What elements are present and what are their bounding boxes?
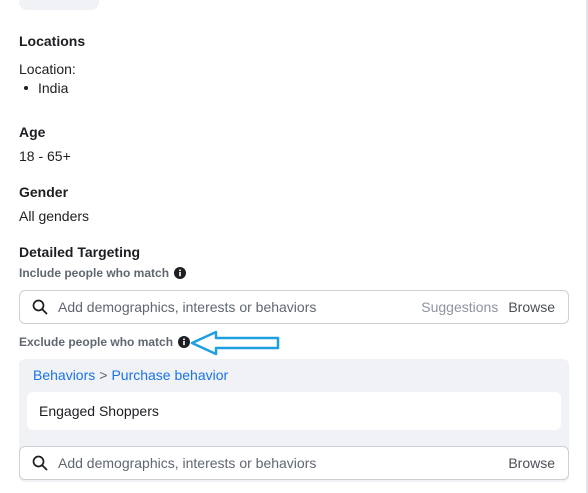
include-search-box[interactable]: Suggestions Browse [19, 290, 569, 324]
annotation-arrow-icon [190, 330, 280, 356]
browse-button[interactable]: Browse [508, 299, 555, 315]
breadcrumb-separator: > [99, 367, 108, 383]
gender-value: All genders [19, 208, 90, 224]
breadcrumb-purchase-behavior[interactable]: Purchase behavior [111, 367, 228, 383]
bullet-icon [24, 86, 28, 90]
include-label-text: Include people who match [19, 266, 170, 280]
exclude-search-box[interactable]: Browse [19, 446, 569, 480]
excluded-item-chip[interactable]: Engaged Shoppers [27, 392, 561, 430]
info-icon[interactable] [178, 336, 191, 348]
include-search-input[interactable] [58, 299, 422, 315]
exclude-label-text: Exclude people who match [19, 335, 174, 349]
search-icon [32, 299, 48, 315]
top-cut-off-element [19, 0, 99, 10]
browse-button[interactable]: Browse [508, 455, 555, 471]
age-heading: Age [19, 124, 46, 140]
search-icon [32, 455, 48, 471]
locations-heading: Locations [19, 33, 86, 49]
excluded-item-label: Engaged Shoppers [39, 403, 159, 419]
breadcrumb-behaviors[interactable]: Behaviors [33, 367, 95, 383]
location-label: Location: [19, 61, 76, 77]
detailed-targeting-heading: Detailed Targeting [19, 244, 141, 260]
include-label: Include people who match [19, 266, 187, 280]
gender-heading: Gender [19, 184, 69, 200]
age-value: 18 - 65+ [19, 148, 71, 164]
info-icon[interactable] [174, 267, 187, 279]
breadcrumb: Behaviors > Purchase behavior [33, 367, 228, 383]
location-item: India [24, 80, 68, 96]
location-item-label: India [38, 80, 69, 96]
exclude-search-input[interactable] [58, 455, 509, 471]
suggestions-button[interactable]: Suggestions [421, 299, 498, 315]
exclude-label: Exclude people who match [19, 335, 191, 349]
